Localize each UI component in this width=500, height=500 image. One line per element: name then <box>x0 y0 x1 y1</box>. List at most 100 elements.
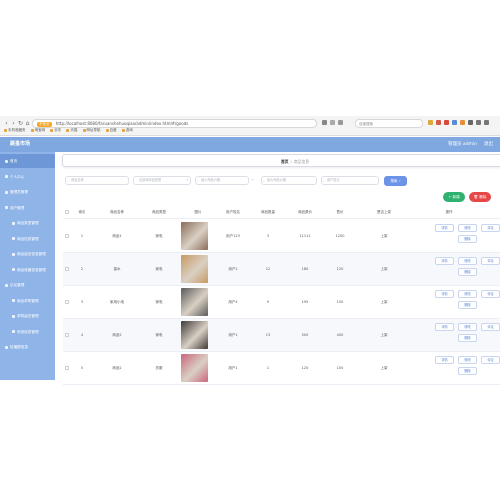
search-icon: ⌕ <box>263 179 265 183</box>
add-button[interactable]: + 新增 <box>443 192 465 202</box>
row-delete-button[interactable]: 删除 <box>458 301 477 309</box>
edit-button[interactable]: 修改 <box>458 290 477 298</box>
max-price-input[interactable]: ⌕ 最大商品价格 <box>261 176 317 185</box>
row-checkbox[interactable] <box>65 366 69 370</box>
column-header: 图片 <box>194 210 202 214</box>
product-image <box>181 222 208 250</box>
delete-button[interactable]: 🗑 删除 <box>469 192 491 202</box>
sidebar-item[interactable]: 商品类型管理 <box>0 216 55 230</box>
menu-icon <box>12 299 15 302</box>
search-button[interactable]: 搜索 ⌕ <box>384 176 407 186</box>
breadcrumb-home[interactable]: 首页 <box>281 159 289 164</box>
row-checkbox[interactable] <box>65 267 69 271</box>
sidebar-item[interactable]: 求购留言管理 <box>0 309 55 323</box>
menu-icon <box>5 190 8 194</box>
name-filter-input[interactable]: ⌕ 商品名称 <box>65 176 129 185</box>
comment-button[interactable]: 评论 <box>481 224 500 232</box>
cell-user: 用户4 <box>228 300 238 304</box>
cut-icon[interactable] <box>338 120 343 125</box>
lightning-icon[interactable] <box>322 120 327 125</box>
cell-qty: 1 <box>266 366 270 370</box>
cell-index: 5 <box>80 366 84 370</box>
sidebar-item[interactable]: 轮播图信息 <box>0 340 55 354</box>
user-filter-input[interactable]: ⌕ 用户姓名 <box>321 176 379 185</box>
bookmark-item[interactable]: 百度 <box>105 126 117 134</box>
cell-user: 用户1 <box>228 333 238 337</box>
extension-icon[interactable] <box>444 120 449 125</box>
menu-icon[interactable] <box>468 120 473 125</box>
select-all-checkbox[interactable] <box>65 210 69 214</box>
cell-orig: 180 <box>301 267 309 271</box>
sidebar-item[interactable]: 商品留言信息管理 <box>0 247 55 261</box>
extension-icon[interactable] <box>436 120 441 125</box>
sidebar-item-label: 商品类型管理 <box>17 221 39 225</box>
min-price-input[interactable]: ⌕ 最小商品价格 <box>195 176 249 185</box>
sidebar-item[interactable]: 个人中心 <box>0 170 55 184</box>
edit-button[interactable]: 修改 <box>458 257 477 265</box>
bookmark-item[interactable]: 网址导航 <box>82 126 101 134</box>
comment-button[interactable]: 评论 <box>481 290 500 298</box>
row-checkbox[interactable] <box>65 333 69 337</box>
bookmark-item[interactable]: 天猫 <box>66 126 77 134</box>
sidebar-item[interactable]: 商品信息管理 <box>0 232 55 246</box>
cell-qty: 13 <box>265 333 271 337</box>
sidebar-item-label: 首页 <box>10 159 18 163</box>
bookmark-item[interactable]: 游戏 <box>121 126 133 134</box>
edit-button[interactable]: 修改 <box>458 224 477 232</box>
search-icon: ⌕ <box>197 179 199 183</box>
screen: ‹ › ↻ ⌂ 不安全 http://localhost:8080/faruan… <box>0 0 500 500</box>
detail-button[interactable]: 详情 <box>435 290 454 298</box>
detail-button[interactable]: 详情 <box>435 323 454 331</box>
sidebar-item[interactable]: 论坛管理 <box>0 278 55 292</box>
more-icon[interactable] <box>484 120 489 125</box>
extension-icon[interactable] <box>460 120 465 125</box>
menu-icon <box>5 159 8 163</box>
row-delete-button[interactable]: 删除 <box>458 235 477 243</box>
logout-link[interactable]: 退出 <box>484 141 493 147</box>
row-checkbox[interactable] <box>65 300 69 304</box>
sidebar-item[interactable]: 系统信息管理 <box>0 325 55 339</box>
extension-icon[interactable] <box>428 120 433 125</box>
sidebar-item-label: 个人中心 <box>10 174 25 179</box>
sidebar-item[interactable]: 管理员管理 <box>0 185 55 199</box>
type-select[interactable]: 请选择商品类型 ▾ <box>133 176 191 185</box>
comment-button[interactable]: 评论 <box>481 356 500 364</box>
column-header: 操作 <box>445 210 453 214</box>
cell-status: 上架 <box>380 300 388 304</box>
sidebar-item[interactable]: 商品收藏信息管理 <box>0 263 55 277</box>
bookmark-item[interactable]: 淘宝网 <box>30 126 45 134</box>
sidebar-item[interactable]: 商品求购管理 <box>0 294 55 308</box>
edit-button[interactable]: 修改 <box>458 323 477 331</box>
bookmark-item[interactable]: 京东 <box>50 126 61 134</box>
cell-price: 120 <box>336 267 344 271</box>
sidebar-item[interactable]: 首页 <box>0 154 55 168</box>
edit-button[interactable]: 修改 <box>458 356 477 364</box>
sidebar-item-label: 系统信息管理 <box>17 329 39 334</box>
row-checkbox[interactable] <box>65 234 69 238</box>
detail-button[interactable]: 详情 <box>435 257 454 265</box>
row-delete-button[interactable]: 删除 <box>458 367 477 375</box>
sidebar-item-label: 管理员管理 <box>10 190 28 194</box>
cell-type: 家电 <box>155 300 163 304</box>
search-icon: ⌕ <box>323 179 325 183</box>
chevron-down-icon[interactable] <box>330 120 335 125</box>
table-row: 3 家用小电 家电 用户4 9 195 150 上架 详情 修改 评论 删除 <box>63 286 500 319</box>
settings-icon[interactable] <box>476 120 481 125</box>
column-header: 商品原价 <box>298 210 312 214</box>
comment-button[interactable]: 评论 <box>481 257 500 265</box>
detail-button[interactable]: 详情 <box>435 356 454 364</box>
cell-qty: 9 <box>266 300 270 304</box>
comment-button[interactable]: 评论 <box>481 323 500 331</box>
menu-icon <box>12 314 15 318</box>
row-delete-button[interactable]: 删除 <box>458 268 477 276</box>
column-header: 索引 <box>78 210 86 214</box>
extension-icon[interactable] <box>452 120 457 125</box>
menu-icon <box>5 283 8 287</box>
bookmark-item[interactable]: 手机收藏夹 <box>4 126 26 134</box>
menu-icon <box>5 206 8 209</box>
column-header: 用户姓名 <box>226 210 240 214</box>
detail-button[interactable]: 详情 <box>435 224 454 232</box>
sidebar-item[interactable]: 用户管理 <box>0 201 55 215</box>
cell-user: 用户1 <box>228 366 238 370</box>
row-delete-button[interactable]: 删除 <box>458 334 477 342</box>
